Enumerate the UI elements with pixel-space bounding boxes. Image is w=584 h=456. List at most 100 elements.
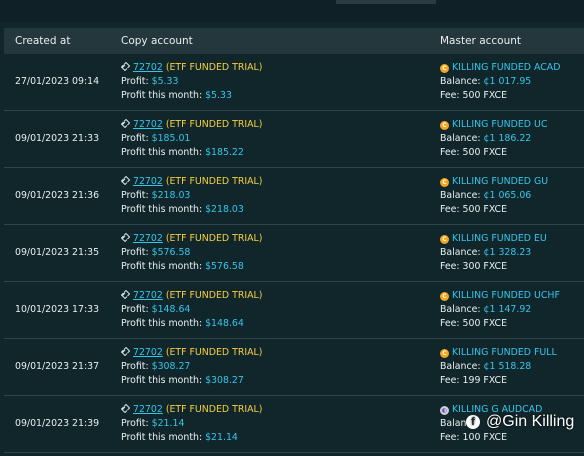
table-body: 27/01/2023 09:14 72702 (ETF FUNDED TRIAL)… [4, 54, 584, 453]
top-tab-indicator [336, 0, 436, 4]
copy-account-link[interactable]: 72702 [133, 347, 163, 358]
profit-value: $5.33 [151, 76, 179, 87]
link-copy-icon [121, 404, 130, 413]
copy-account-link[interactable]: 72702 [133, 233, 163, 244]
balance-label: Balance: [440, 304, 481, 315]
profit-month-value: $148.64 [205, 318, 244, 329]
account-type-label: (ETF FUNDED TRIAL) [165, 176, 263, 187]
balance-label: Balan [440, 418, 467, 429]
watermark-text: @Gin Killing [486, 413, 575, 430]
coin-icon: C [440, 64, 449, 73]
copy-account-cell: 72702 (ETF FUNDED TRIAL) Profit: $308.27 P… [110, 346, 429, 388]
created-at-cell: 09/01/2023 21:39 [15, 418, 100, 429]
coin-icon: C [440, 178, 449, 187]
master-account-cell: C KILLING FUNDED FULL Balance: ¢1 518.28 Fe… [429, 346, 584, 388]
link-copy-icon [121, 290, 130, 299]
fee-text: Fee: 100 FXCE [440, 432, 508, 443]
coin-icon: C [440, 292, 449, 301]
profit-month-label: Profit this month: [121, 261, 203, 272]
profit-month-label: Profit this month: [121, 432, 203, 443]
fee-text: Fee: 500 FXCE [440, 204, 508, 215]
copy-account-link[interactable]: 72702 [133, 119, 163, 130]
created-at-cell: 09/01/2023 21:36 [15, 190, 100, 201]
master-account-name[interactable]: KILLING FUNDED ACAD [452, 62, 560, 73]
copy-account-cell: 72702 (ETF FUNDED TRIAL) Profit: $148.64 P… [110, 289, 429, 331]
profit-month-value: $218.03 [205, 204, 244, 215]
account-type-label: (ETF FUNDED TRIAL) [165, 119, 263, 130]
profit-month-label: Profit this month: [121, 147, 203, 158]
created-at-cell: 09/01/2023 21:37 [15, 361, 100, 372]
copy-account-link[interactable]: 72702 [133, 62, 163, 73]
balance-label: Balance: [440, 133, 481, 144]
coin-icon: C [440, 349, 449, 358]
created-at-cell: 09/01/2023 21:35 [15, 247, 100, 258]
link-copy-icon [121, 176, 130, 185]
master-account-cell: C KILLING FUNDED UCHF Balance: ¢1 147.92 Fe… [429, 289, 584, 331]
fee-text: Fee: 500 FXCE [440, 147, 508, 158]
account-type-label: (ETF FUNDED TRIAL) [165, 347, 263, 358]
profit-label: Profit: [121, 418, 149, 429]
profit-value: $576.58 [151, 247, 191, 258]
link-copy-icon [121, 119, 130, 128]
balance-value: ¢1 017.95 [483, 76, 532, 87]
created-at-cell: 10/01/2023 17:33 [15, 304, 100, 315]
profit-month-value: $21.14 [205, 432, 238, 443]
table-row: 27/01/2023 09:14 72702 (ETF FUNDED TRIAL)… [4, 54, 584, 111]
created-at-cell: 09/01/2023 21:33 [15, 133, 100, 144]
fee-text: Fee: 500 FXCE [440, 90, 508, 101]
fee-text: Fee: 500 FXCE [440, 318, 508, 329]
table-row: 10/01/2023 17:33 72702 (ETF FUNDED TRIAL)… [4, 282, 584, 339]
profit-value: $308.27 [151, 361, 191, 372]
link-copy-icon [121, 233, 130, 242]
copy-account-cell: 72702 (ETF FUNDED TRIAL) Profit: $21.14 Pr… [110, 403, 429, 445]
copy-account-link[interactable]: 72702 [133, 290, 163, 301]
master-account-cell: C KILLING FUNDED EU Balance: ¢1 328.23 Fee:… [429, 232, 584, 274]
watermark: f @Gin Killing [466, 413, 574, 431]
top-bar [0, 0, 584, 22]
table-row: 09/01/2023 21:37 72702 (ETF FUNDED TRIAL)… [4, 339, 584, 396]
profit-label: Profit: [121, 133, 149, 144]
profit-value: $218.03 [151, 190, 191, 201]
master-account-name[interactable]: KILLING FUNDED UCHF [452, 290, 560, 301]
account-type-label: (ETF FUNDED TRIAL) [165, 290, 263, 301]
balance-label: Balance: [440, 247, 481, 258]
balance-value: ¢1 065.06 [483, 190, 532, 201]
master-account-name[interactable]: KILLING FUNDED GU [452, 176, 548, 187]
profit-month-label: Profit this month: [121, 90, 203, 101]
profit-label: Profit: [121, 76, 149, 87]
profit-month-label: Profit this month: [121, 375, 203, 386]
fee-text: Fee: 300 FXCE [440, 261, 508, 272]
balance-label: Balance: [440, 361, 481, 372]
copy-account-link[interactable]: 72702 [133, 176, 163, 187]
balance-value: ¢1 186.22 [483, 133, 532, 144]
header-copy-account[interactable]: Copy account [110, 35, 429, 47]
profit-month-label: Profit this month: [121, 318, 203, 329]
table-row: 09/01/2023 21:35 72702 (ETF FUNDED TRIAL)… [4, 225, 584, 282]
table-row: 09/01/2023 21:33 72702 (ETF FUNDED TRIAL)… [4, 111, 584, 168]
balance-value: ¢1 328.23 [483, 247, 532, 258]
header-master-account[interactable]: Master account [429, 35, 584, 47]
coin-icon: C [440, 235, 449, 244]
created-at-cell: 27/01/2023 09:14 [15, 76, 100, 87]
copy-account-cell: 72702 (ETF FUNDED TRIAL) Profit: $185.01 P… [110, 118, 429, 160]
profit-value: $148.64 [151, 304, 191, 315]
link-copy-icon [121, 347, 130, 356]
profit-value: $21.14 [151, 418, 185, 429]
facebook-icon: f [466, 415, 480, 429]
copy-account-cell: 72702 (ETF FUNDED TRIAL) Profit: $218.03 P… [110, 175, 429, 217]
master-account-name[interactable]: KILLING FUNDED EU [452, 233, 547, 244]
coin-icon: C [440, 121, 449, 130]
account-type-label: (ETF FUNDED TRIAL) [165, 404, 263, 415]
account-type-label: (ETF FUNDED TRIAL) [165, 62, 263, 73]
coin-icon: ◐ [440, 406, 449, 415]
balance-label: Balance: [440, 76, 481, 87]
master-account-name[interactable]: KILLING FUNDED UC [452, 119, 547, 130]
copy-account-link[interactable]: 72702 [133, 404, 163, 415]
account-type-label: (ETF FUNDED TRIAL) [165, 233, 263, 244]
header-created-at[interactable]: Created at [4, 35, 110, 47]
profit-value: $185.01 [151, 133, 191, 144]
master-account-name[interactable]: KILLING FUNDED FULL [452, 347, 557, 358]
copy-account-cell: 72702 (ETF FUNDED TRIAL) Profit: $576.58 P… [110, 232, 429, 274]
copy-accounts-table: Created at Copy account Master account 2… [4, 28, 584, 453]
master-account-cell: C KILLING FUNDED ACAD Balance: ¢1 017.95 Fe… [429, 61, 584, 103]
